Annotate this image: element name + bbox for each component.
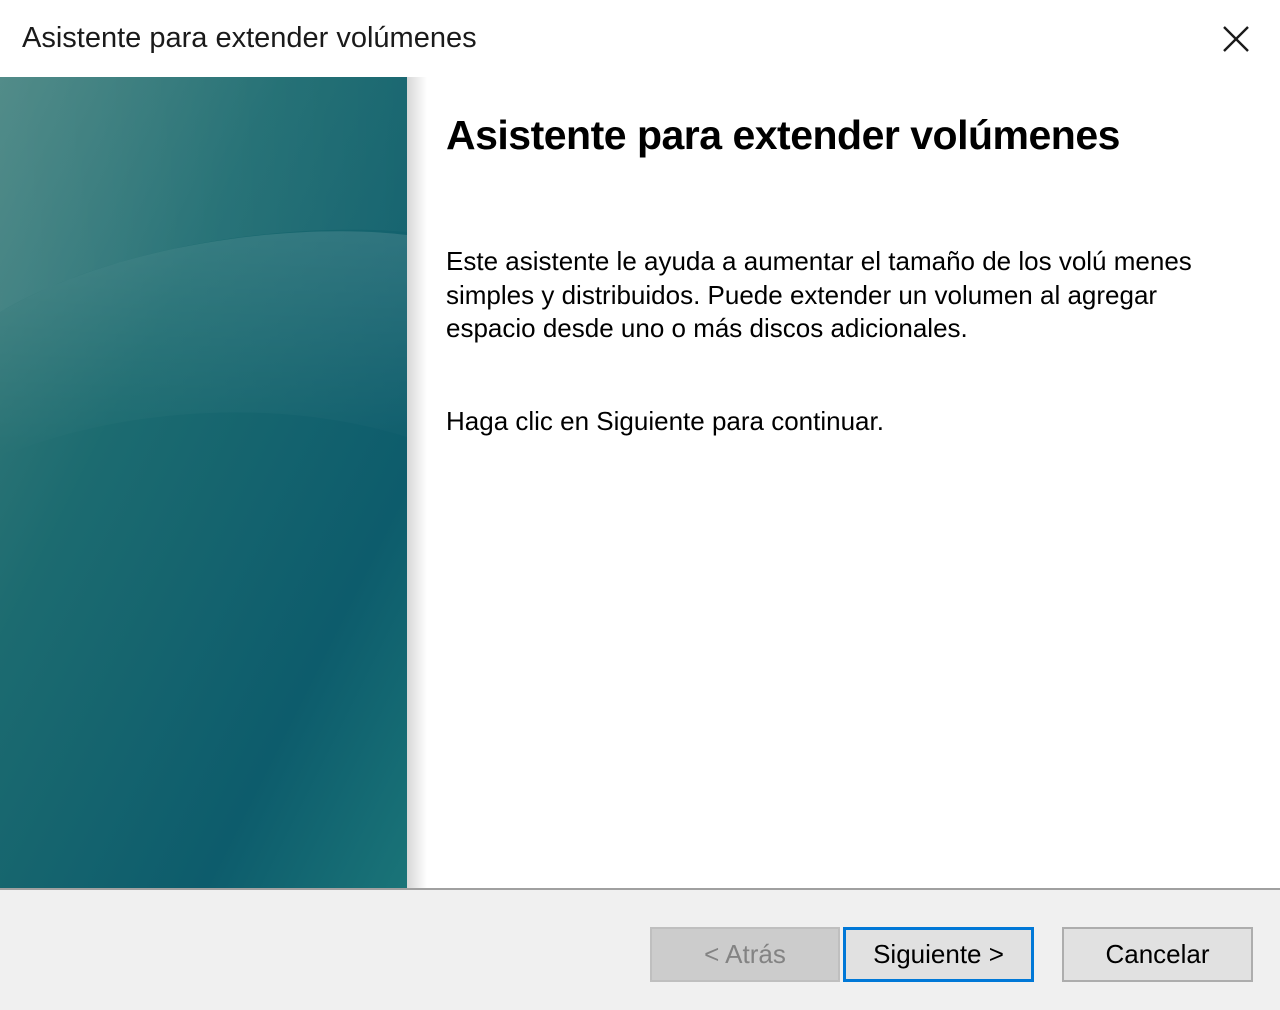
page-heading: Asistente para extender volúmenes [446, 112, 1120, 158]
wizard-instruction: Haga clic en Siguiente para continuar. [446, 406, 884, 436]
close-button[interactable] [1192, 0, 1280, 77]
content-area: Asistente para extender volúmenes [446, 112, 1246, 159]
cancel-button[interactable]: Cancelar [1062, 927, 1253, 982]
window-title: Asistente para extender volúmenes [22, 22, 477, 54]
banner-shadow [407, 77, 427, 889]
title-bar: Asistente para extender volúmenes [0, 0, 1280, 77]
wizard-description: Este asistente le ayuda a aumentar el ta… [446, 246, 1192, 343]
button-bar: < Atrás Siguiente > Cancelar [0, 890, 1280, 1010]
wizard-banner-image [0, 77, 407, 889]
close-icon [1223, 25, 1249, 52]
next-button[interactable]: Siguiente > [843, 927, 1034, 982]
wizard-window: Asistente para extender volúmenes Asiste… [0, 0, 1280, 1010]
back-button[interactable]: < Atrás [650, 927, 840, 982]
